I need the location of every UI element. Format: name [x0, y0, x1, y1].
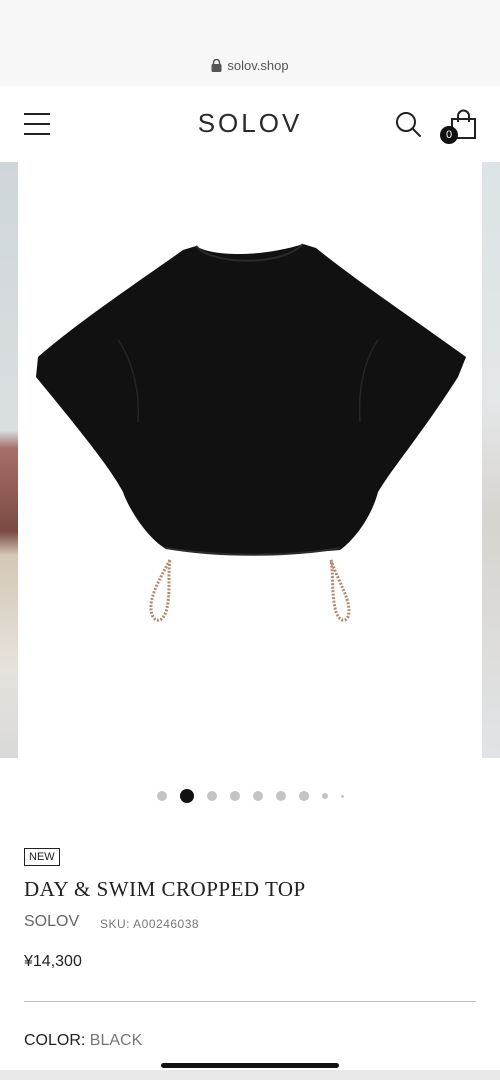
- site-logo[interactable]: SOLOV: [0, 108, 500, 139]
- product-brand[interactable]: SOLOV: [24, 913, 79, 931]
- browser-address-bar[interactable]: solov.shop: [0, 0, 500, 87]
- product-image[interactable]: [18, 162, 482, 758]
- carousel-dot[interactable]: [275, 791, 286, 801]
- product-page: solov.shop SOLOV 0 NEW DAY & SWIM CROPPE…: [0, 0, 500, 1080]
- color-value: BLACK: [89, 1032, 143, 1049]
- home-indicator[interactable]: [161, 1063, 339, 1068]
- carousel-dot[interactable]: [206, 791, 217, 801]
- carousel-dot[interactable]: [321, 793, 328, 799]
- carousel-dot[interactable]: [340, 794, 344, 798]
- lock-icon: [211, 59, 222, 72]
- product-title: DAY & SWIM CROPPED TOP: [24, 877, 306, 901]
- carousel-dot[interactable]: [229, 791, 240, 801]
- cart-button[interactable]: 0: [440, 108, 480, 148]
- carousel-dot[interactable]: [252, 791, 263, 801]
- color-selector-label: COLOR: BLACK: [24, 1032, 142, 1050]
- site-header: SOLOV 0: [0, 86, 500, 162]
- product-price: ¥14,300: [24, 953, 82, 970]
- url-display[interactable]: solov.shop: [0, 58, 500, 73]
- carousel-pagination: [0, 788, 500, 804]
- color-label: COLOR:: [24, 1032, 90, 1049]
- carousel-dot[interactable]: [298, 791, 309, 801]
- cart-count-badge: 0: [440, 126, 458, 144]
- previous-image-preview[interactable]: [0, 162, 18, 758]
- carousel-dot-active[interactable]: [179, 789, 194, 803]
- product-image-carousel[interactable]: [0, 162, 500, 758]
- url-text: solov.shop: [227, 58, 289, 73]
- new-badge: NEW: [24, 848, 60, 866]
- search-icon[interactable]: [394, 110, 422, 138]
- next-image-preview[interactable]: [482, 162, 500, 758]
- bottom-strip: [0, 1070, 500, 1080]
- divider: [24, 1001, 476, 1002]
- product-sku: SKU: A00246038: [100, 917, 200, 931]
- carousel-dot[interactable]: [156, 791, 167, 801]
